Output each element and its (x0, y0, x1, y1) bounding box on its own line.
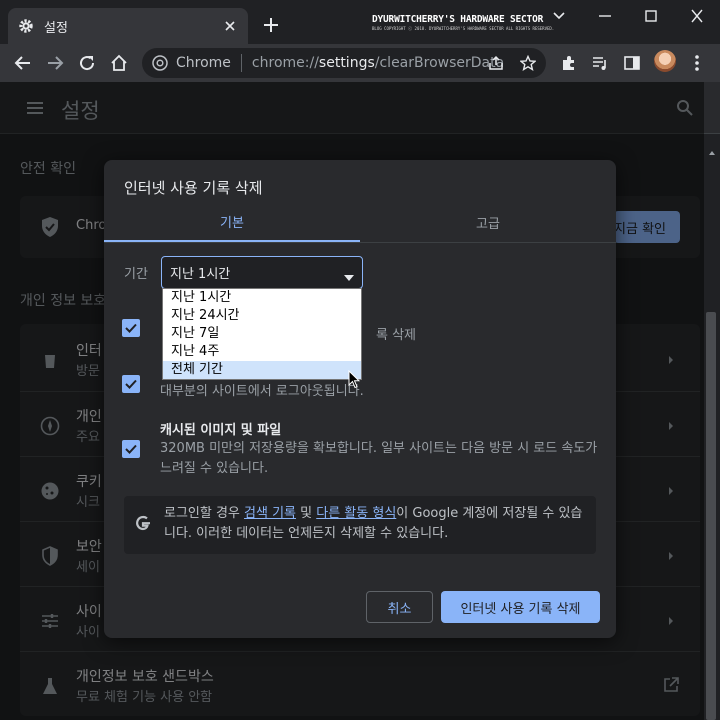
scroll-up-arrow-icon[interactable] (708, 142, 716, 155)
option-description: 대부분의 사이트에서 로그아웃됩니다. (160, 384, 364, 399)
close-icon[interactable] (222, 18, 238, 34)
mouse-pointer-icon (348, 369, 361, 389)
url-scheme: chrome:// (251, 55, 319, 71)
option-description: 320MB 미만의 저장용량을 확보합니다. 일부 사이트는 다음 방문 시 로… (160, 441, 598, 476)
media-control-icon[interactable] (590, 53, 610, 73)
time-range-select[interactable]: 지난 1시간 (161, 256, 363, 289)
watermark-title: DYURWITCHERRY'S HARDWARE SECTOR (372, 14, 544, 25)
checkbox-browsing-history[interactable] (122, 319, 140, 337)
forward-arrow-icon[interactable] (45, 53, 65, 73)
google-g-icon (134, 514, 152, 532)
dialog-title: 인터넷 사용 기록 삭제 (124, 179, 263, 197)
checkbox-cookies[interactable] (122, 375, 140, 393)
extensions-puzzle-icon[interactable] (559, 53, 579, 73)
bookmark-star-icon[interactable] (520, 55, 536, 71)
option-title: 캐시된 이미지 및 파일 (160, 423, 282, 438)
cancel-button[interactable]: 취소 (366, 591, 433, 623)
browser-toolbar: Chrome chrome://settings/clearBrowserDat… (0, 44, 720, 82)
clear-data-button[interactable]: 인터넷 사용 기록 삭제 (441, 591, 600, 623)
time-range-label: 기간 (124, 267, 148, 282)
reload-icon[interactable] (77, 53, 97, 73)
new-tab-plus-icon[interactable] (262, 16, 280, 34)
back-arrow-icon[interactable] (13, 53, 33, 73)
dropdown-option-highlighted[interactable]: 전체 기간 (163, 361, 361, 379)
search-history-link[interactable]: 검색 기록 (244, 506, 296, 521)
info-text: 로그인할 경우 검색 기록 및 다른 활동 형식이 Google 계정에 저장될… (164, 504, 589, 544)
omnibox-separator (240, 54, 242, 72)
tab-advanced[interactable]: 고급 (360, 202, 616, 242)
tab-basic[interactable]: 기본 (104, 202, 360, 242)
watermark-copyright: BLOG COPYRIGHT ⓒ 2018. DYURWITCHERRY'S H… (372, 26, 555, 31)
google-account-info: 로그인할 경우 검색 기록 및 다른 활동 형식이 Google 계정에 저장될… (124, 496, 596, 554)
dropdown-option[interactable]: 지난 1시간 (163, 289, 361, 307)
url-host: settings (318, 55, 375, 71)
site-label: Chrome (176, 55, 231, 71)
more-menu-icon[interactable] (687, 53, 707, 73)
share-icon[interactable] (488, 55, 504, 71)
tabs-divider (104, 242, 616, 243)
checkbox-cached-images[interactable] (122, 440, 140, 458)
window-close-icon[interactable] (688, 8, 706, 24)
dropdown-option[interactable]: 지난 24시간 (163, 307, 361, 325)
info-text-pre: 로그인할 경우 (164, 506, 245, 521)
time-range-value: 지난 1시간 (170, 267, 231, 282)
tab-search-chevron-icon[interactable] (550, 8, 568, 24)
url-text: chrome://settings/clearBrowserData (252, 55, 504, 71)
title-bar: 설정 DYURWITCHERRY'S HARDWARE SECTOR BLOG … (0, 0, 720, 44)
dropdown-option[interactable]: 지난 7일 (163, 325, 361, 343)
url-path: /clearBrowserData (374, 55, 505, 71)
info-text-mid: 및 (296, 506, 317, 521)
side-panel-icon[interactable] (622, 53, 642, 73)
minimize-icon[interactable] (596, 8, 614, 24)
clear-browsing-data-dialog: 인터넷 사용 기록 삭제 기본 고급 기간 지난 1시간 록 삭제 대부분의 사… (104, 160, 616, 638)
browser-tab-settings[interactable]: 설정 (8, 8, 248, 44)
other-activity-link[interactable]: 다른 활동 형식 (316, 506, 396, 521)
tab-title: 설정 (44, 20, 68, 36)
chrome-logo-icon (152, 55, 168, 71)
gear-icon (18, 18, 34, 34)
page-scrollbar-thumb[interactable] (706, 312, 716, 720)
dropdown-option[interactable]: 지난 4주 (163, 343, 361, 361)
profile-avatar[interactable] (654, 50, 676, 72)
maximize-icon[interactable] (642, 8, 660, 24)
home-icon[interactable] (109, 53, 129, 73)
time-range-dropdown-list: 지난 1시간 지난 24시간 지난 7일 지난 4주 전체 기간 (162, 288, 362, 380)
blog-watermark: DYURWITCHERRY'S HARDWARE SECTOR BLOG COP… (372, 14, 555, 32)
dropdown-arrow-icon (344, 270, 354, 281)
address-bar[interactable]: Chrome chrome://settings/clearBrowserDat… (142, 48, 546, 78)
